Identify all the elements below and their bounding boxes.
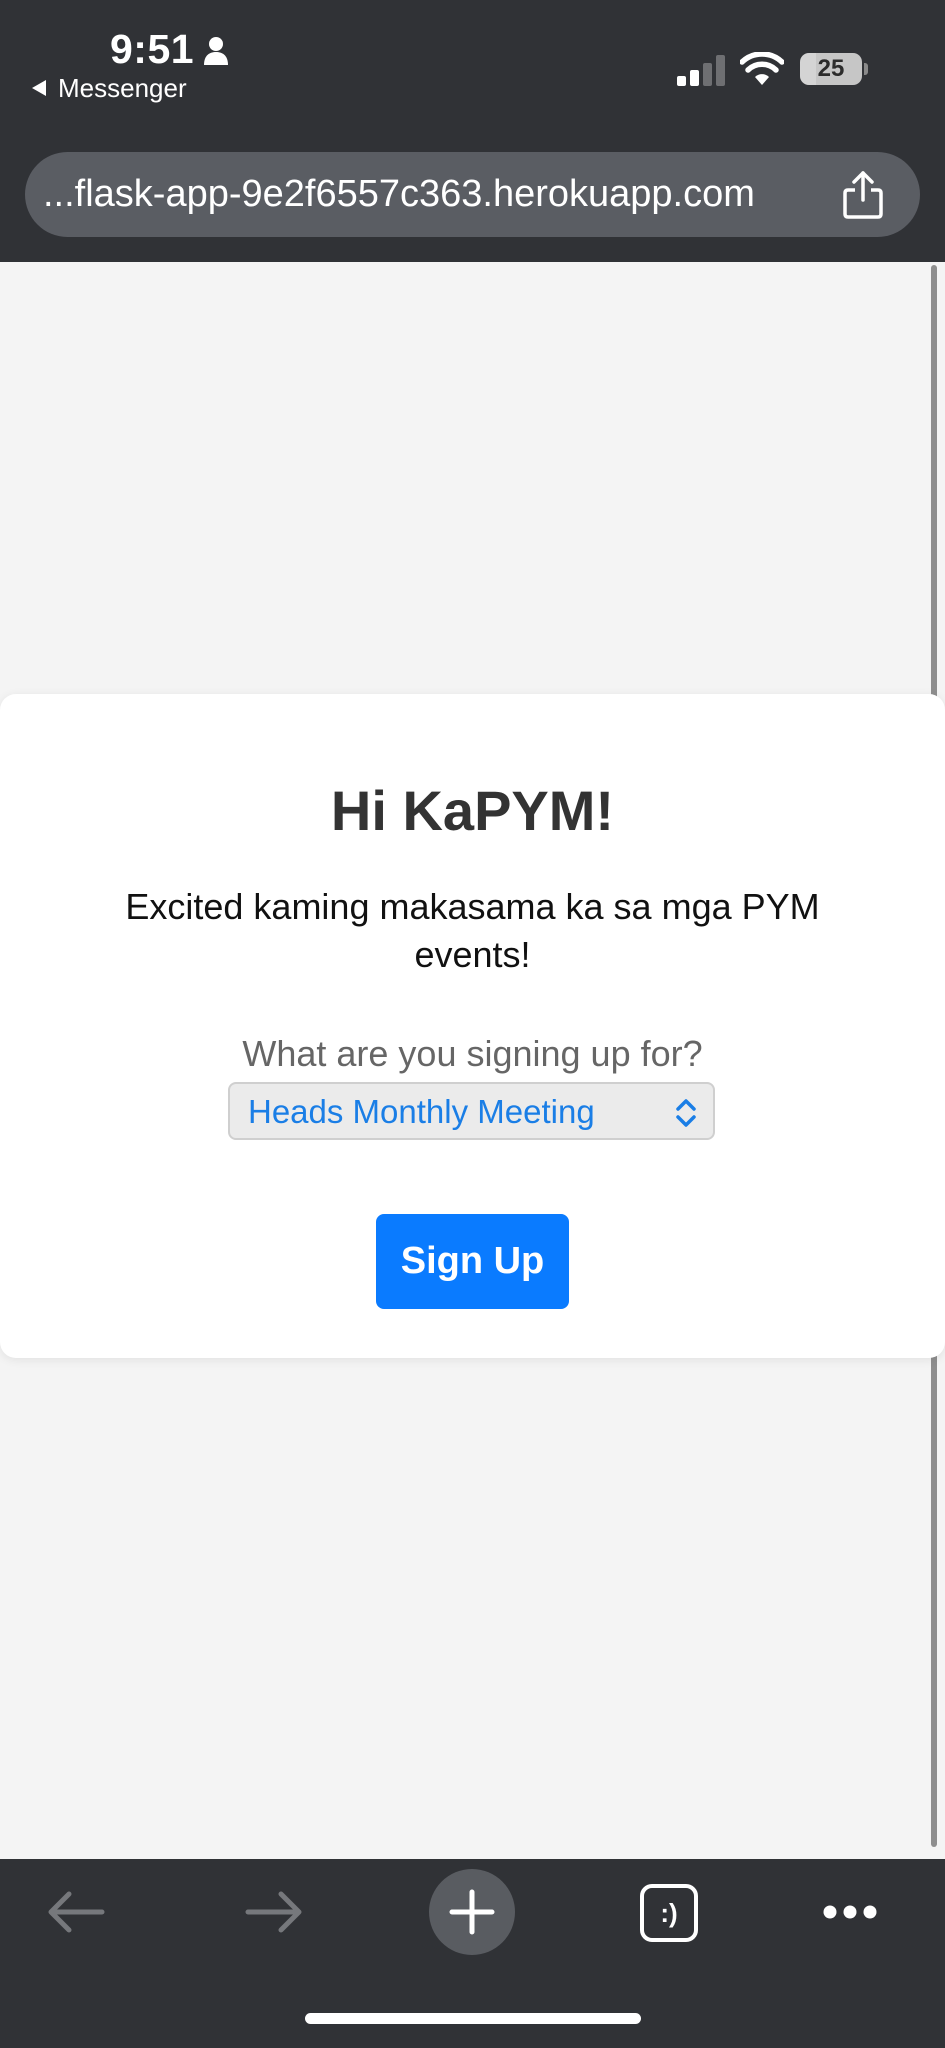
tabs-count: :) bbox=[660, 1898, 678, 1928]
more-icon[interactable] bbox=[822, 1904, 878, 1920]
welcome-message: Excited kaming makasama ka sa mga PYM ev… bbox=[125, 886, 820, 975]
new-tab-plus-icon[interactable] bbox=[449, 1889, 495, 1935]
tabs-icon[interactable]: :) bbox=[640, 1884, 698, 1942]
back-to-app-label[interactable]: Messenger bbox=[58, 73, 187, 104]
sign-up-button[interactable]: Sign Up bbox=[376, 1214, 569, 1309]
battery-nub bbox=[864, 63, 868, 75]
forward-arrow-icon[interactable] bbox=[245, 1890, 303, 1934]
address-bar[interactable]: ...flask-app-9e2f6557c363.herokuapp.com bbox=[25, 152, 920, 237]
url-text[interactable]: ...flask-app-9e2f6557c363.herokuapp.com bbox=[43, 152, 755, 237]
back-arrow-icon[interactable] bbox=[47, 1890, 105, 1934]
cellular-signal-icon bbox=[677, 55, 725, 86]
page-title: Hi KaPYM! bbox=[330, 779, 615, 842]
event-select-label: What are you signing up for? bbox=[242, 1033, 703, 1074]
back-to-app-caret-icon[interactable] bbox=[31, 79, 47, 97]
home-indicator[interactable] bbox=[305, 2013, 641, 2024]
battery-level: 25 bbox=[817, 55, 845, 82]
event-select[interactable]: Heads Monthly Meeting bbox=[228, 1082, 715, 1140]
person-icon bbox=[204, 37, 228, 65]
battery-fill bbox=[800, 53, 816, 85]
browser-top-chrome: 9:51 Messenger 25 ...flask-app-9e2f6557c… bbox=[0, 0, 945, 262]
share-icon[interactable] bbox=[841, 170, 885, 220]
event-select-value[interactable]: Heads Monthly Meeting bbox=[248, 1084, 595, 1140]
wifi-icon bbox=[740, 52, 784, 85]
status-time: 9:51 bbox=[110, 26, 195, 72]
select-chevron-icon bbox=[676, 1099, 696, 1127]
battery-indicator: 25 bbox=[800, 53, 862, 85]
